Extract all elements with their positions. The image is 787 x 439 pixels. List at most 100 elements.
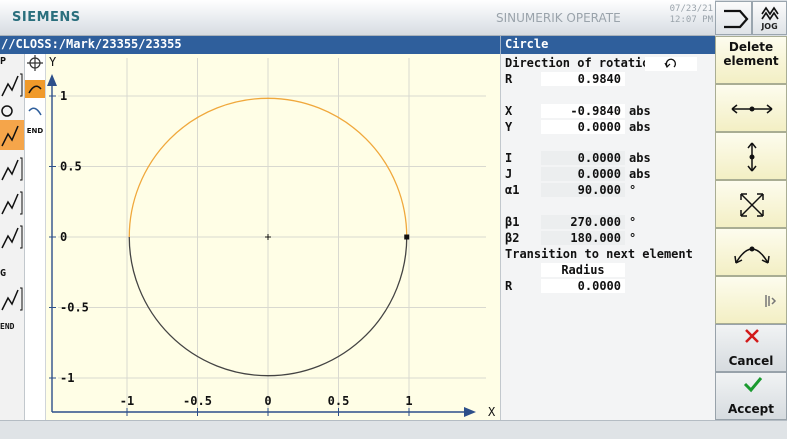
line-element-icon (1, 191, 23, 215)
row-i: I 0.0000 abs (505, 151, 713, 166)
r2-label: R (505, 279, 513, 293)
more-chevron-icon (765, 295, 777, 307)
arc-tool-active[interactable] (25, 80, 45, 98)
tree-item-circle[interactable] (0, 104, 24, 118)
arc-tangent-button[interactable] (715, 228, 787, 276)
vertical-arrows-button[interactable] (715, 132, 787, 180)
row-transition-type: Radius (505, 263, 713, 278)
r-label: R (505, 72, 513, 86)
program-mode-button[interactable] (715, 1, 752, 35)
contour-graphic[interactable]: -1 -0.5 0 0.5 1 1 0.5 0 -0.5 -1 X Y (46, 54, 500, 420)
y-tick-label: 0 (60, 230, 67, 244)
tree-item-group[interactable]: G (0, 268, 24, 282)
horizontal-arrows-button[interactable] (715, 84, 787, 132)
x-unit[interactable]: abs (629, 104, 651, 118)
top-header: SIEMENS SINUMERIK OPERATE 07/23/21 12:07… (0, 0, 715, 36)
cancel-label: Cancel (728, 354, 774, 368)
x-tick-label: 1 (405, 394, 412, 408)
tree-label-g: G (0, 268, 7, 279)
beta1-input[interactable]: 270.000 (541, 215, 625, 229)
transition-type-selector[interactable]: Radius (541, 263, 625, 277)
x-axis-arrow (464, 407, 476, 417)
vertical-arrows-icon (747, 142, 757, 172)
contour-element-tree: P G END (0, 54, 25, 420)
crosshair-tool[interactable] (25, 54, 45, 72)
beta1-unit: ° (629, 215, 637, 229)
row-direction: Direction of rotation (505, 56, 713, 71)
row-y: Y 0.0000 abs (505, 120, 713, 135)
arc-back-tool[interactable] (25, 102, 45, 120)
element-tool-column: END (25, 54, 46, 420)
tree-item-line-3[interactable] (0, 188, 24, 218)
delete-element-button[interactable]: Delete element (715, 36, 787, 84)
tree-item-line-4[interactable] (0, 222, 24, 252)
y-tick-label: 0.5 (60, 160, 82, 174)
app-name: SINUMERIK OPERATE (496, 11, 621, 25)
line-element-icon (1, 157, 23, 181)
tree-item-start-point[interactable]: P (0, 56, 24, 70)
diagonal-arrows-icon (740, 193, 764, 217)
tree-item-end[interactable]: END (0, 322, 24, 336)
delete-label-line1: Delete (728, 40, 774, 54)
y-axis-label: Y (49, 55, 57, 69)
y-unit[interactable]: abs (629, 120, 651, 134)
circle-element-icon (1, 105, 13, 117)
j-unit[interactable]: abs (629, 167, 651, 181)
time-text: 12:07 PM (669, 15, 713, 25)
beta1-label: β1 (505, 215, 520, 229)
ccw-rotation-icon (664, 58, 677, 69)
j-input[interactable]: 0.0000 (541, 167, 625, 181)
r-input[interactable]: 0.9840 (541, 72, 625, 86)
more-options-button[interactable] (715, 276, 787, 324)
transition-label: Transition to next element (505, 247, 693, 261)
row-beta1: β1 270.000 ° (505, 215, 713, 230)
horizontal-arrows-icon (731, 104, 773, 114)
row-r: R 0.9840 (505, 72, 713, 87)
alpha1-unit: ° (629, 183, 637, 197)
tree-item-line-2[interactable] (0, 154, 24, 184)
x-tick-label: 0.5 (328, 394, 350, 408)
r2-input[interactable]: 0.0000 (541, 279, 625, 293)
tree-item-line-5[interactable] (0, 284, 24, 314)
y-label: Y (505, 120, 513, 134)
y-input[interactable]: 0.0000 (541, 120, 625, 134)
clock: 07/23/21 12:07 PM (669, 4, 713, 26)
alpha1-input[interactable]: 90.000 (541, 183, 625, 197)
row-x: X -0.9840 abs (505, 104, 713, 119)
x-input[interactable]: -0.9840 (541, 104, 625, 118)
sinumerik-contour-editor: SIEMENS SINUMERIK OPERATE 07/23/21 12:07… (0, 0, 787, 439)
line-element-icon (1, 225, 23, 249)
delete-label-line2: element (723, 54, 779, 68)
arc-icon (28, 85, 42, 94)
contour-start-point (404, 234, 410, 240)
direction-selector[interactable] (645, 57, 697, 71)
jog-mode-button[interactable]: JOG (752, 1, 787, 35)
beta2-input[interactable]: 180.000 (541, 231, 625, 245)
beta2-label: β2 (505, 231, 520, 245)
tree-label-p: P (0, 56, 7, 67)
end-tool[interactable]: END (25, 122, 45, 140)
tree-item-circle-selected[interactable] (0, 120, 24, 150)
jog-label: JOG (761, 22, 778, 31)
i-label: I (505, 151, 513, 165)
accept-button[interactable]: Accept (715, 372, 787, 420)
beta2-unit: ° (629, 231, 637, 245)
horizontal-softkey-bar (0, 420, 787, 439)
tree-label-end: END (0, 322, 15, 331)
tree-item-line[interactable] (0, 70, 24, 100)
date-text: 07/23/21 (669, 4, 713, 14)
j-label: J (505, 167, 513, 181)
i-unit[interactable]: abs (629, 151, 651, 165)
y-tick-label: -1 (60, 371, 74, 385)
diagonal-arrows-button[interactable] (715, 180, 787, 228)
vertical-softkey-bar: Delete element Cancel Accept (715, 36, 787, 420)
program-arrow-icon (724, 9, 749, 29)
i-input[interactable]: 0.0000 (541, 151, 625, 165)
circle-selected-icon (1, 125, 19, 147)
cancel-button[interactable]: Cancel (715, 324, 787, 372)
circle-parameter-form: Direction of rotation R 0.9840 X -0.9840… (500, 54, 715, 420)
direction-label: Direction of rotation (505, 56, 657, 70)
alpha1-label: α1 (505, 183, 520, 197)
row-alpha1: α1 90.000 ° (505, 183, 713, 198)
circle-center-mark (265, 234, 271, 240)
